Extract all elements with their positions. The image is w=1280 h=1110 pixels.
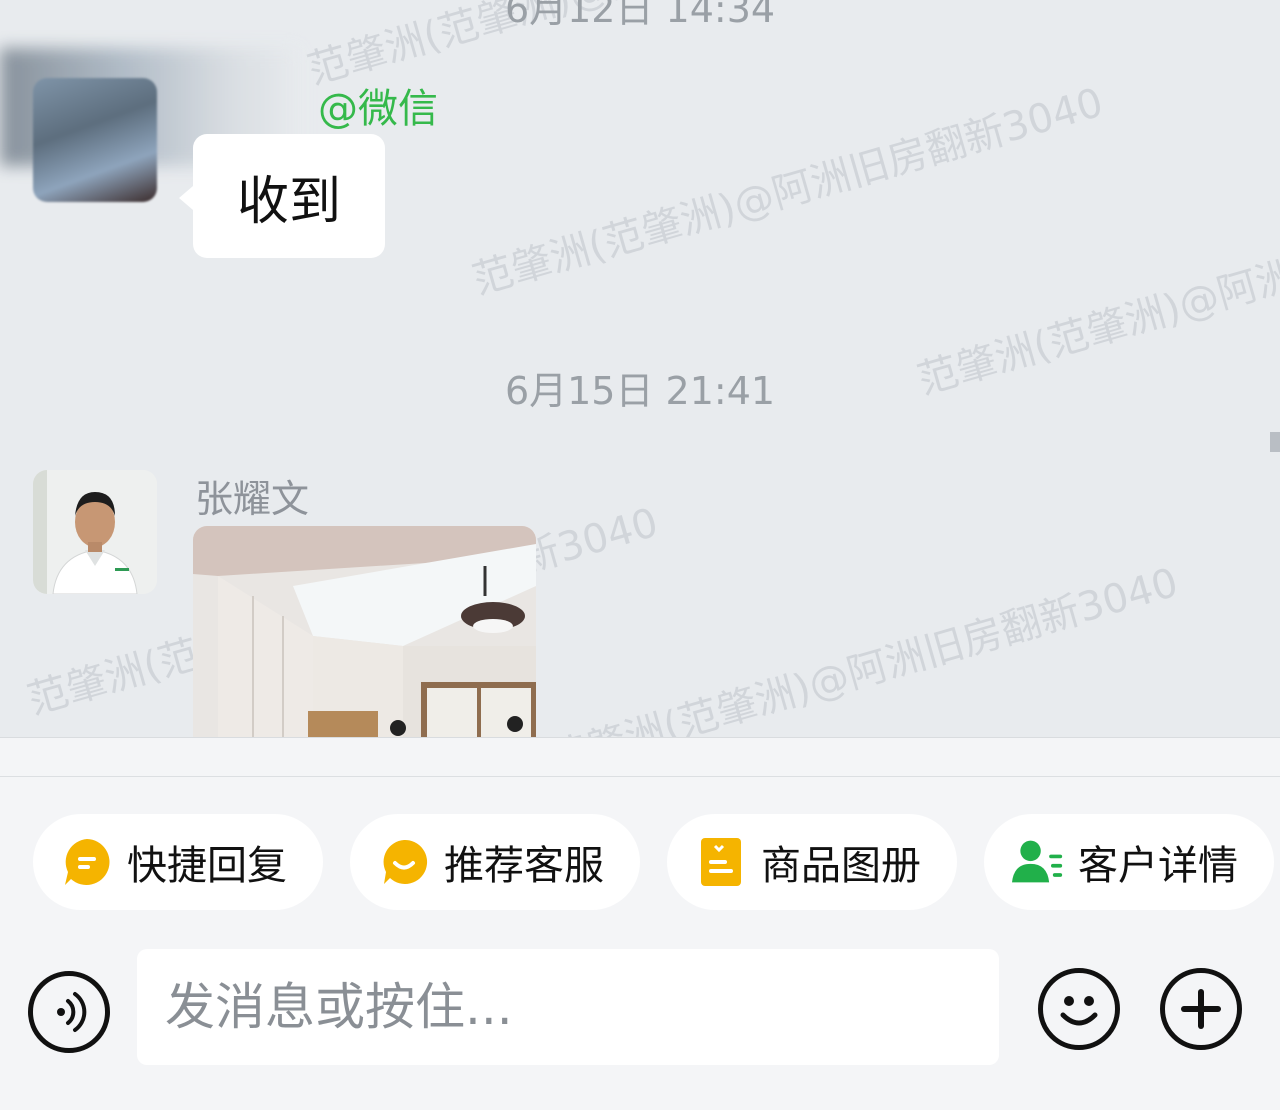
image-message[interactable] bbox=[193, 526, 536, 737]
watermark: 范肇洲(范肇洲)@阿洲旧房翻新3040 bbox=[542, 559, 1184, 737]
scroll-indicator[interactable] bbox=[1270, 432, 1280, 452]
recommend-service-button[interactable]: 推荐客服 bbox=[350, 814, 640, 910]
quick-reply-icon bbox=[61, 836, 113, 888]
watermark: 范肇洲(范肇洲)@阿洲旧房翻新3040 bbox=[467, 79, 1109, 304]
voice-input-button[interactable] bbox=[28, 971, 110, 1053]
message-input[interactable] bbox=[137, 948, 999, 1066]
message-timestamp: 6月12日 14:34 bbox=[504, 0, 776, 31]
sender-name: 张耀文 bbox=[195, 477, 310, 521]
chat-area: 范肇洲(范肇洲)@阿洲旧房翻新3040 范肇洲(范肇洲)@阿洲旧房翻新3040 … bbox=[0, 0, 1280, 737]
chip-label: 客户详情 bbox=[1078, 843, 1238, 889]
recommend-service-icon bbox=[378, 836, 430, 888]
chip-label: 快捷回复 bbox=[127, 843, 287, 889]
customer-detail-button[interactable]: 客户详情 bbox=[984, 814, 1274, 910]
voice-icon bbox=[57, 992, 87, 1032]
chat-bottom-bar: 快捷回复 推荐客服 商品图册 客户详情 bbox=[0, 737, 1280, 1110]
chip-label: 推荐客服 bbox=[444, 843, 604, 889]
quick-reply-button[interactable]: 快捷回复 bbox=[33, 814, 323, 910]
chip-label: 商品图册 bbox=[761, 843, 921, 889]
avatar[interactable] bbox=[33, 470, 157, 594]
product-album-button[interactable]: 商品图册 bbox=[667, 814, 957, 910]
room-photo bbox=[193, 526, 536, 737]
message-bubble[interactable]: 收到 bbox=[179, 134, 385, 258]
customer-detail-icon bbox=[1012, 836, 1064, 888]
product-album-icon bbox=[695, 836, 747, 888]
divider bbox=[0, 776, 1280, 777]
avatar[interactable] bbox=[33, 78, 157, 202]
message-input-box[interactable] bbox=[137, 948, 999, 1066]
plus-icon bbox=[1181, 989, 1221, 1029]
message-text: 收到 bbox=[236, 171, 341, 232]
more-button[interactable] bbox=[1160, 968, 1242, 1050]
person-photo bbox=[33, 470, 157, 594]
emoji-button[interactable] bbox=[1038, 968, 1120, 1050]
message-timestamp: 6月15日 21:41 bbox=[504, 369, 776, 413]
smiley-icon bbox=[1060, 996, 1098, 1026]
sender-source-tag: @微信 bbox=[318, 86, 438, 132]
